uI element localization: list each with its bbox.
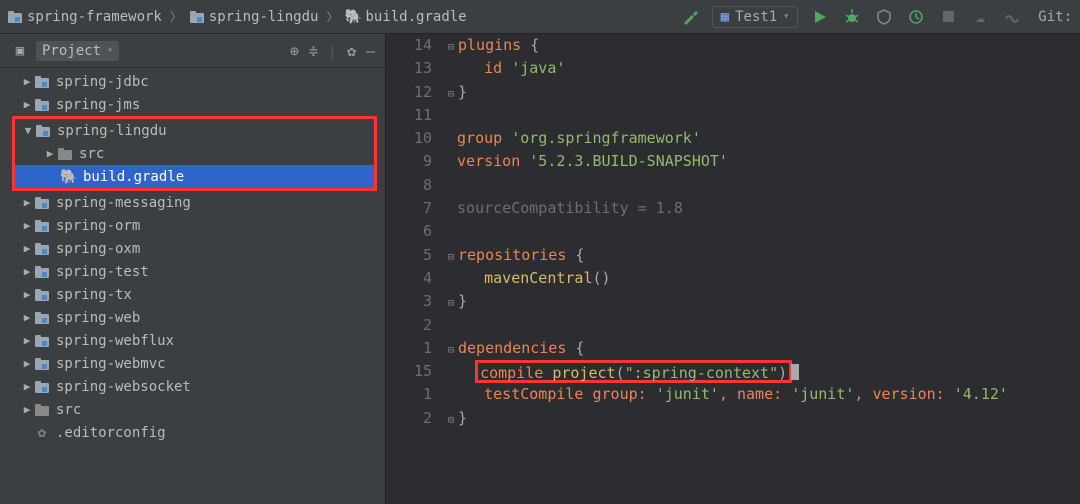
tree-item[interactable]: spring-websocket [0,375,385,398]
tree-item[interactable]: spring-oxm [0,237,385,260]
tree-label: spring-messaging [56,195,191,211]
tree-label: spring-webmvc [56,356,166,372]
build-icon[interactable] [680,7,700,27]
update-icon[interactable] [1002,7,1022,27]
highlight-annotation: compile project(":spring-context") [475,360,792,383]
gear-icon: ✿ [34,426,50,440]
crumb-2[interactable]: 🐘 build.gradle [346,9,466,25]
run-config-label: Test1 [735,9,777,25]
tree-item[interactable]: spring-webmvc [0,352,385,375]
gradle-icon: 🐘 [346,10,360,24]
tree-label: src [79,146,104,162]
highlight-annotation: spring-lingdu src 🐘 build.gradle [12,116,377,191]
tree-label: spring-websocket [56,379,191,395]
tree-item[interactable]: spring-orm [0,214,385,237]
tree-label: spring-test [56,264,149,280]
tree-label: spring-lingdu [57,123,167,139]
crumb-text: build.gradle [365,9,466,25]
chevron-down-icon: ▾ [107,45,113,56]
folder-icon [34,311,50,325]
project-tool-window: ▣ Project ▾ ⊕ ≑ | ✿ — spring-jdbc spring… [0,34,386,504]
project-tree[interactable]: spring-jdbc spring-jms spring-lingdu src… [0,68,385,504]
crumb-1[interactable]: spring-lingdu [190,9,319,25]
breadcrumb-toolbar: spring-framework 〉 spring-lingdu 〉 🐘 bui… [0,0,1080,34]
window-icon[interactable]: ▣ [10,41,30,61]
gradle-icon: 🐘 [61,170,77,184]
tree-item[interactable]: spring-lingdu [15,119,374,142]
folder-icon [34,265,50,279]
module-icon [8,10,22,24]
tree-item[interactable]: spring-jdbc [0,70,385,93]
folder-icon [34,403,50,417]
gear-icon[interactable]: ✿ [347,42,356,60]
tree-label: spring-oxm [56,241,140,257]
tree-item[interactable]: src [15,142,374,165]
tree-item[interactable]: spring-tx [0,283,385,306]
profiler-icon[interactable] [906,7,926,27]
tree-label: spring-jms [56,97,140,113]
code-area[interactable]: ⊟plugins { id 'java' ⊟} group 'org.sprin… [444,34,1080,504]
cloud-icon[interactable]: ☁ [970,7,990,27]
folder-icon [34,242,50,256]
chevron-down-icon: ▾ [783,11,789,22]
folder-icon [34,334,50,348]
run-config-selector[interactable]: ▦ Test1 ▾ [712,6,799,28]
tree-item[interactable]: spring-test [0,260,385,283]
tree-label: spring-orm [56,218,140,234]
tree-item[interactable]: spring-webflux [0,329,385,352]
tree-label: spring-webflux [56,333,174,349]
code-editor[interactable]: 14131211 10987 6543 21151 2 ⊟plugins { i… [386,34,1080,504]
tree-item[interactable]: spring-messaging [0,191,385,214]
breadcrumb[interactable]: spring-framework 〉 spring-lingdu 〉 🐘 bui… [8,8,467,25]
tree-item-selected[interactable]: 🐘 build.gradle [15,165,374,188]
sidebar-title: Project [42,43,101,59]
tree-item[interactable]: ·✿.editorconfig [0,421,385,444]
tree-item[interactable]: src [0,398,385,421]
crumb-text: spring-framework [27,9,162,25]
tree-label: src [56,402,81,418]
coverage-icon[interactable] [874,7,894,27]
chevron-right-icon: 〉 [168,8,184,25]
folder-icon [34,380,50,394]
toolbar-actions: ▦ Test1 ▾ ☁ Git: [680,6,1072,28]
hide-icon[interactable]: — [366,42,375,60]
locate-icon[interactable]: ⊕ [290,42,299,60]
folder-icon [34,196,50,210]
tree-label: .editorconfig [56,425,166,441]
folder-icon [34,75,50,89]
crumb-text: spring-lingdu [209,9,319,25]
folder-icon [34,357,50,371]
run-config-icon: ▦ [721,9,729,25]
divider: | [328,42,337,60]
module-icon [190,10,204,24]
folder-icon [34,98,50,112]
chevron-right-icon: 〉 [324,8,340,25]
folder-icon [34,219,50,233]
project-view-selector[interactable]: Project ▾ [36,41,119,61]
tree-label: spring-tx [56,287,132,303]
folder-icon [34,288,50,302]
tree-item[interactable]: spring-web [0,306,385,329]
collapse-icon[interactable]: ≑ [309,42,318,60]
stop-icon[interactable] [938,7,958,27]
tree-item[interactable]: spring-jms [0,93,385,116]
crumb-0[interactable]: spring-framework [8,9,162,25]
debug-icon[interactable] [842,7,862,27]
tree-label: build.gradle [83,169,184,185]
folder-icon [35,124,51,138]
caret [791,364,799,380]
git-label[interactable]: Git: [1038,9,1072,25]
tree-label: spring-web [56,310,140,326]
sidebar-header: ▣ Project ▾ ⊕ ≑ | ✿ — [0,34,385,68]
run-icon[interactable] [810,7,830,27]
tree-label: spring-jdbc [56,74,149,90]
line-gutter: 14131211 10987 6543 21151 2 [386,34,444,504]
folder-icon [57,147,73,161]
